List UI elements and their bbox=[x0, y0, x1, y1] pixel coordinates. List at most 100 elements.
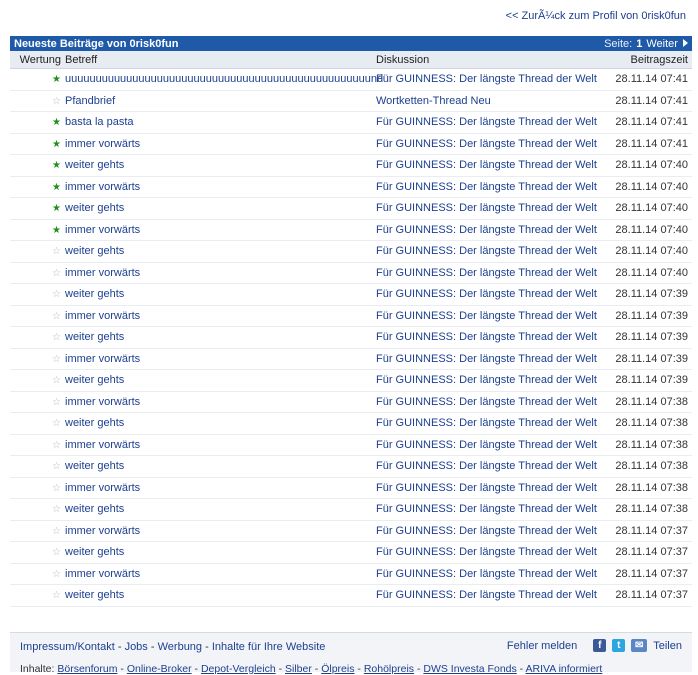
footer-content-link[interactable]: Online-Broker bbox=[127, 663, 192, 675]
post-subject-link[interactable]: weiter gehts bbox=[65, 245, 124, 257]
post-subject-link[interactable]: weiter gehts bbox=[65, 374, 124, 386]
star-outline-icon[interactable]: ☆ bbox=[52, 461, 61, 472]
discussion-link[interactable]: Für GUINNESS: Der längste Thread der Wel… bbox=[376, 546, 597, 558]
post-subject-link[interactable]: weiter gehts bbox=[65, 417, 124, 429]
star-filled-icon[interactable]: ★ bbox=[52, 160, 61, 171]
discussion-link[interactable]: Für GUINNESS: Der längste Thread der Wel… bbox=[376, 224, 597, 236]
discussion-link[interactable]: Für GUINNESS: Der längste Thread der Wel… bbox=[376, 396, 597, 408]
post-subject-link[interactable]: weiter gehts bbox=[65, 460, 124, 472]
discussion-link[interactable]: Für GUINNESS: Der längste Thread der Wel… bbox=[376, 374, 597, 386]
footer-content-link[interactable]: Depot-Vergleich bbox=[201, 663, 276, 675]
discussion-link[interactable]: Für GUINNESS: Der längste Thread der Wel… bbox=[376, 568, 597, 580]
star-filled-icon[interactable]: ★ bbox=[52, 225, 61, 236]
footer-content-link[interactable]: Ölpreis bbox=[321, 663, 354, 675]
post-subject-link[interactable]: immer vorwärts bbox=[65, 224, 140, 236]
star-outline-icon[interactable]: ☆ bbox=[52, 354, 61, 365]
star-filled-icon[interactable]: ★ bbox=[52, 203, 61, 214]
facebook-icon[interactable]: f bbox=[593, 639, 607, 652]
discussion-link[interactable]: Für GUINNESS: Der längste Thread der Wel… bbox=[376, 116, 597, 128]
back-to-profile-link[interactable]: << ZurÃ¼ck zum Profil von 0risk0fun bbox=[506, 10, 686, 22]
post-subject-link[interactable]: uuuuuuuuuuuuuuuuuuuuuuuuuuuuuuuuuuuuuuuu… bbox=[65, 73, 383, 85]
post-subject-link[interactable]: immer vorwärts bbox=[65, 353, 140, 365]
discussion-link[interactable]: Für GUINNESS: Der längste Thread der Wel… bbox=[376, 288, 597, 300]
star-outline-icon[interactable]: ☆ bbox=[52, 483, 61, 494]
discussion-link[interactable]: Für GUINNESS: Der längste Thread der Wel… bbox=[376, 202, 597, 214]
star-outline-icon[interactable]: ☆ bbox=[52, 440, 61, 451]
footer-content-link[interactable]: Silber bbox=[285, 663, 312, 675]
post-subject-link[interactable]: weiter gehts bbox=[65, 202, 124, 214]
post-subject-link[interactable]: immer vorwärts bbox=[65, 525, 140, 537]
footer-content-link[interactable]: Rohölpreis bbox=[364, 663, 414, 675]
twitter-icon[interactable]: t bbox=[612, 639, 626, 652]
column-header-subject[interactable]: Betreff bbox=[61, 54, 372, 66]
post-subject-link[interactable]: immer vorwärts bbox=[65, 482, 140, 494]
post-subject-link[interactable]: weiter gehts bbox=[65, 159, 124, 171]
column-header-discussion[interactable]: Diskussion bbox=[372, 54, 612, 66]
table-row: ☆ weiter gehts Für GUINNESS: Der längste T… bbox=[10, 456, 692, 478]
star-outline-icon[interactable]: ☆ bbox=[52, 590, 61, 601]
discussion-link[interactable]: Für GUINNESS: Der längste Thread der Wel… bbox=[376, 589, 597, 601]
post-subject-link[interactable]: immer vorwärts bbox=[65, 138, 140, 150]
post-subject-link[interactable]: weiter gehts bbox=[65, 546, 124, 558]
star-outline-icon[interactable]: ☆ bbox=[52, 268, 61, 279]
footer-content-link[interactable]: Börsenforum bbox=[57, 663, 117, 675]
post-subject-link[interactable]: weiter gehts bbox=[65, 503, 124, 515]
star-outline-icon[interactable]: ☆ bbox=[52, 332, 61, 343]
post-subject-link[interactable]: immer vorwärts bbox=[65, 310, 140, 322]
share-link[interactable]: Teilen bbox=[653, 640, 682, 652]
star-filled-icon[interactable]: ★ bbox=[52, 117, 61, 128]
pager-next-link[interactable]: Weiter bbox=[646, 38, 688, 50]
column-header-rating[interactable]: Wertung bbox=[10, 54, 61, 66]
footer-link-impressum[interactable]: Impressum/Kontakt bbox=[20, 641, 115, 653]
post-subject-link[interactable]: immer vorwärts bbox=[65, 439, 140, 451]
footer-link-werbung[interactable]: Werbung bbox=[158, 641, 202, 653]
star-outline-icon[interactable]: ☆ bbox=[52, 289, 61, 300]
discussion-link[interactable]: Für GUINNESS: Der längste Thread der Wel… bbox=[376, 267, 597, 279]
discussion-link[interactable]: Wortketten-Thread Neu bbox=[376, 95, 491, 107]
post-subject-link[interactable]: immer vorwärts bbox=[65, 568, 140, 580]
discussion-link[interactable]: Für GUINNESS: Der längste Thread der Wel… bbox=[376, 482, 597, 494]
footer-content-link[interactable]: DWS Investa Fonds bbox=[423, 663, 516, 675]
star-outline-icon[interactable]: ☆ bbox=[52, 96, 61, 107]
star-filled-icon[interactable]: ★ bbox=[52, 182, 61, 193]
post-subject-link[interactable]: immer vorwärts bbox=[65, 267, 140, 279]
star-outline-icon[interactable]: ☆ bbox=[52, 311, 61, 322]
star-filled-icon[interactable]: ★ bbox=[52, 74, 61, 85]
post-subject-link[interactable]: basta la pasta bbox=[65, 116, 134, 128]
mail-icon[interactable]: ✉ bbox=[631, 639, 648, 652]
post-subject-link[interactable]: weiter gehts bbox=[65, 288, 124, 300]
post-subject-link[interactable]: immer vorwärts bbox=[65, 396, 140, 408]
discussion-link[interactable]: Für GUINNESS: Der längste Thread der Wel… bbox=[376, 331, 597, 343]
star-outline-icon[interactable]: ☆ bbox=[52, 397, 61, 408]
discussion-link[interactable]: Für GUINNESS: Der längste Thread der Wel… bbox=[376, 525, 597, 537]
post-subject-link[interactable]: weiter gehts bbox=[65, 589, 124, 601]
column-header-time[interactable]: Beitragszeit bbox=[612, 54, 692, 66]
star-outline-icon[interactable]: ☆ bbox=[52, 526, 61, 537]
post-subject-link[interactable]: immer vorwärts bbox=[65, 181, 140, 193]
discussion-link[interactable]: Für GUINNESS: Der längste Thread der Wel… bbox=[376, 439, 597, 451]
star-outline-icon[interactable]: ☆ bbox=[52, 418, 61, 429]
star-outline-icon[interactable]: ☆ bbox=[52, 547, 61, 558]
discussion-link[interactable]: Für GUINNESS: Der längste Thread der Wel… bbox=[376, 353, 597, 365]
discussion-link[interactable]: Für GUINNESS: Der längste Thread der Wel… bbox=[376, 417, 597, 429]
discussion-link[interactable]: Für GUINNESS: Der längste Thread der Wel… bbox=[376, 460, 597, 472]
discussion-link[interactable]: Für GUINNESS: Der längste Thread der Wel… bbox=[376, 503, 597, 515]
discussion-link[interactable]: Für GUINNESS: Der längste Thread der Wel… bbox=[376, 245, 597, 257]
post-subject-link[interactable]: weiter gehts bbox=[65, 331, 124, 343]
discussion-link[interactable]: Für GUINNESS: Der längste Thread der Wel… bbox=[376, 138, 597, 150]
footer-link-jobs[interactable]: Jobs bbox=[125, 641, 148, 653]
report-error-link[interactable]: Fehler melden bbox=[507, 640, 577, 652]
star-outline-icon[interactable]: ☆ bbox=[52, 375, 61, 386]
post-subject-link[interactable]: Pfandbrief bbox=[65, 95, 115, 107]
discussion-link[interactable]: Für GUINNESS: Der längste Thread der Wel… bbox=[376, 73, 597, 85]
discussion-cell: Für GUINNESS: Der längste Thread der Wel… bbox=[372, 525, 612, 537]
discussion-link[interactable]: Für GUINNESS: Der längste Thread der Wel… bbox=[376, 310, 597, 322]
star-outline-icon[interactable]: ☆ bbox=[52, 504, 61, 515]
footer-link-inhalte-website[interactable]: Inhalte für Ihre Website bbox=[212, 641, 326, 653]
star-outline-icon[interactable]: ☆ bbox=[52, 569, 61, 580]
star-filled-icon[interactable]: ★ bbox=[52, 139, 61, 150]
discussion-link[interactable]: Für GUINNESS: Der längste Thread der Wel… bbox=[376, 181, 597, 193]
star-outline-icon[interactable]: ☆ bbox=[52, 246, 61, 257]
discussion-link[interactable]: Für GUINNESS: Der längste Thread der Wel… bbox=[376, 159, 597, 171]
footer-content-link[interactable]: ARIVA informiert bbox=[526, 663, 603, 675]
